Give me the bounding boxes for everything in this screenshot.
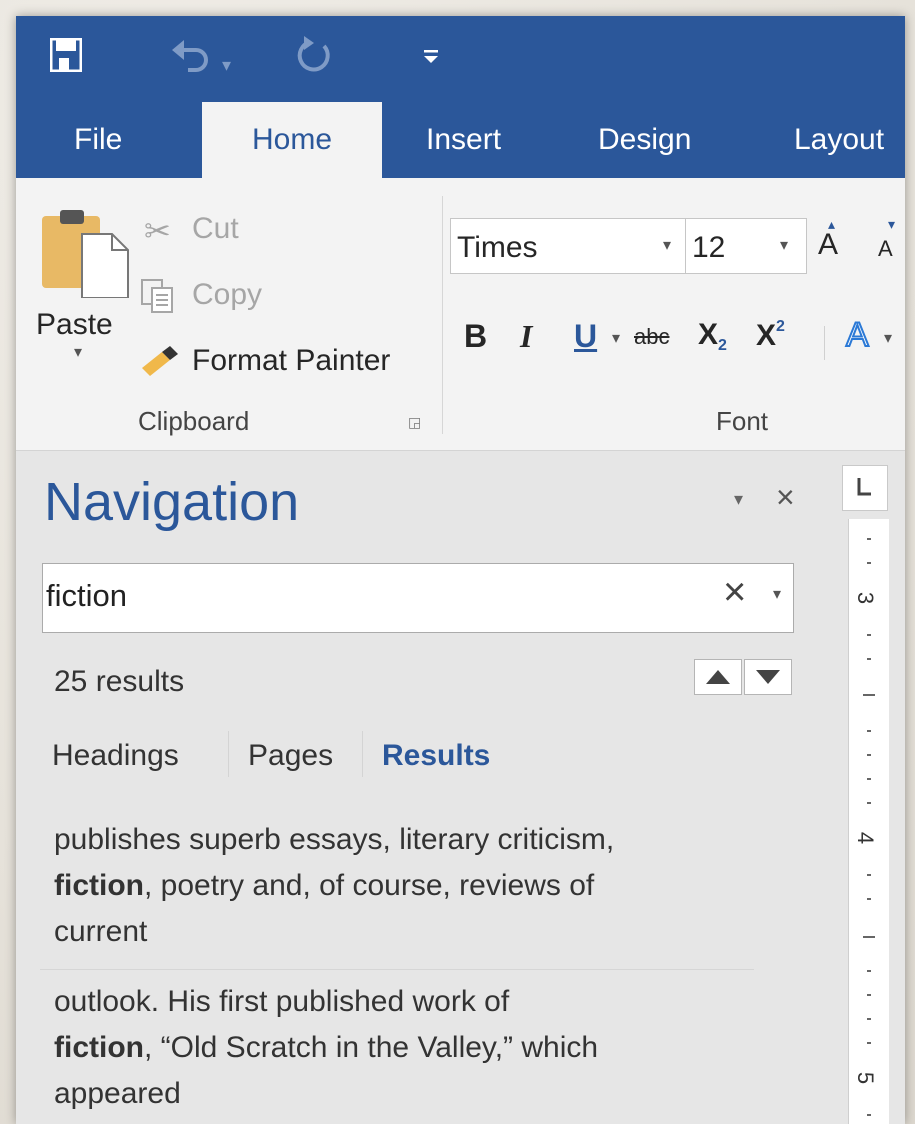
group-divider bbox=[442, 196, 443, 434]
copy-button[interactable]: Copy bbox=[192, 278, 262, 312]
result-line: appeared bbox=[54, 1077, 181, 1110]
redo-icon[interactable] bbox=[294, 36, 334, 80]
word-window: ▾ File Home Insert Design Layout Paste ▾… bbox=[16, 16, 905, 1124]
text-effects-button[interactable]: A bbox=[845, 315, 870, 355]
result-line-rest: , poetry and, of course, reviews of bbox=[144, 869, 595, 902]
font-size-value: 12 bbox=[692, 231, 726, 264]
result-count: 25 results bbox=[54, 665, 185, 698]
subscript-mark: 2 bbox=[718, 337, 727, 354]
result-divider bbox=[40, 969, 754, 970]
subscript-button[interactable]: X2 bbox=[698, 318, 727, 355]
next-result-button[interactable] bbox=[744, 659, 792, 695]
font-divider bbox=[824, 326, 825, 360]
superscript-mark: 2 bbox=[776, 318, 785, 335]
search-document-input[interactable]: fiction × ▾ bbox=[42, 563, 794, 633]
clipboard-launcher-icon[interactable]: ◲ bbox=[408, 414, 421, 431]
search-value: fiction bbox=[46, 578, 127, 613]
paste-dropdown-icon[interactable]: ▾ bbox=[74, 342, 82, 362]
navigation-title: Navigation bbox=[44, 472, 300, 532]
tab-insert[interactable]: Insert bbox=[426, 102, 501, 178]
underline-button[interactable]: U bbox=[574, 318, 597, 355]
undo-dropdown-icon[interactable]: ▾ bbox=[222, 48, 231, 82]
subscript-base: X bbox=[698, 318, 719, 351]
paste-button[interactable]: Paste ▾ bbox=[36, 192, 132, 362]
paste-icon bbox=[40, 206, 130, 303]
superscript-button[interactable]: X2 bbox=[756, 318, 785, 353]
text-effects-dropdown-icon[interactable]: ▾ bbox=[884, 328, 892, 348]
shrink-font-button[interactable]: A bbox=[878, 236, 893, 262]
cut-button[interactable]: Cut bbox=[192, 212, 239, 246]
bold-button[interactable]: B bbox=[464, 318, 487, 355]
navigation-pane: Navigation ▾ × fiction × ▾ 25 results He… bbox=[16, 451, 828, 1124]
copy-icon bbox=[140, 278, 176, 322]
ribbon: Paste ▾ ✂ Cut Copy Format Painter Clipbo… bbox=[16, 178, 905, 451]
up-arrow-icon bbox=[706, 670, 730, 684]
superscript-base: X bbox=[756, 319, 777, 352]
ribbon-tabs: File Home Insert Design Layout bbox=[16, 102, 905, 178]
search-options-dropdown-icon[interactable]: ▾ bbox=[773, 584, 781, 604]
down-arrow-icon bbox=[756, 670, 780, 684]
result-line: outlook. His first published work of bbox=[54, 985, 510, 1018]
nav-tab-divider bbox=[228, 731, 229, 777]
undo-icon[interactable] bbox=[168, 36, 212, 80]
tab-design[interactable]: Design bbox=[598, 102, 691, 178]
result-line: fiction, “Old Scratch in the Valley,” wh… bbox=[54, 1025, 754, 1071]
tab-layout[interactable]: Layout bbox=[794, 102, 884, 178]
italic-button[interactable]: I bbox=[520, 318, 532, 355]
tab-results[interactable]: Results bbox=[382, 739, 490, 773]
shrink-font-caret-icon: ▾ bbox=[888, 216, 896, 232]
tab-selector-button[interactable] bbox=[842, 465, 888, 511]
ruler-number: 3 bbox=[853, 591, 879, 605]
title-bar: ▾ bbox=[16, 16, 905, 102]
search-result-item[interactable]: outlook. His first published work of fic… bbox=[54, 979, 754, 1117]
scissors-icon: ✂ bbox=[144, 213, 171, 249]
tab-headings[interactable]: Headings bbox=[52, 739, 179, 773]
font-family-dropdown-icon[interactable]: ▾ bbox=[663, 235, 671, 255]
strikethrough-button[interactable]: abc bbox=[634, 324, 669, 350]
tab-home[interactable]: Home bbox=[202, 102, 382, 178]
vertical-ruler-area: 3 4 5 bbox=[828, 451, 905, 1124]
vertical-ruler: 3 4 5 bbox=[848, 519, 889, 1124]
format-painter-icon bbox=[140, 346, 182, 386]
tab-stop-icon bbox=[857, 478, 871, 496]
result-line-rest: , “Old Scratch in the Valley,” which bbox=[144, 1031, 599, 1064]
clipboard-group-label: Clipboard bbox=[138, 406, 250, 436]
grow-font-button[interactable]: A bbox=[818, 228, 838, 262]
close-pane-icon[interactable]: × bbox=[776, 479, 795, 516]
clear-search-icon[interactable]: × bbox=[723, 570, 746, 615]
font-size-dropdown-icon[interactable]: ▾ bbox=[780, 235, 788, 255]
ruler-number: 4 bbox=[853, 831, 879, 845]
font-family-select[interactable]: Times ▾ bbox=[450, 218, 686, 274]
previous-result-button[interactable] bbox=[694, 659, 742, 695]
font-group-label: Font bbox=[716, 406, 769, 436]
format-painter-button[interactable]: Format Painter bbox=[192, 344, 390, 378]
paste-label: Paste bbox=[36, 308, 113, 341]
tab-file[interactable]: File bbox=[74, 102, 122, 178]
result-match: fiction bbox=[54, 1031, 144, 1064]
ruler-number: 5 bbox=[853, 1071, 879, 1085]
underline-dropdown-icon[interactable]: ▾ bbox=[612, 328, 620, 348]
search-result-item[interactable]: publishes superb essays, literary critic… bbox=[54, 817, 754, 955]
font-size-select[interactable]: 12 ▾ bbox=[685, 218, 807, 274]
result-line: current bbox=[54, 915, 148, 948]
result-line: publishes superb essays, literary critic… bbox=[54, 823, 615, 856]
result-match: fiction bbox=[54, 869, 144, 902]
pane-options-icon[interactable]: ▾ bbox=[734, 489, 743, 510]
font-family-value: Times bbox=[457, 231, 538, 264]
ruler-ticks bbox=[863, 538, 875, 1116]
grow-font-caret-icon: ▴ bbox=[828, 216, 836, 232]
nav-tab-divider bbox=[362, 731, 363, 777]
customize-qat-icon[interactable] bbox=[422, 40, 440, 74]
save-icon[interactable] bbox=[49, 37, 83, 78]
tab-pages[interactable]: Pages bbox=[248, 739, 333, 773]
result-line: fiction, poetry and, of course, reviews … bbox=[54, 863, 754, 909]
